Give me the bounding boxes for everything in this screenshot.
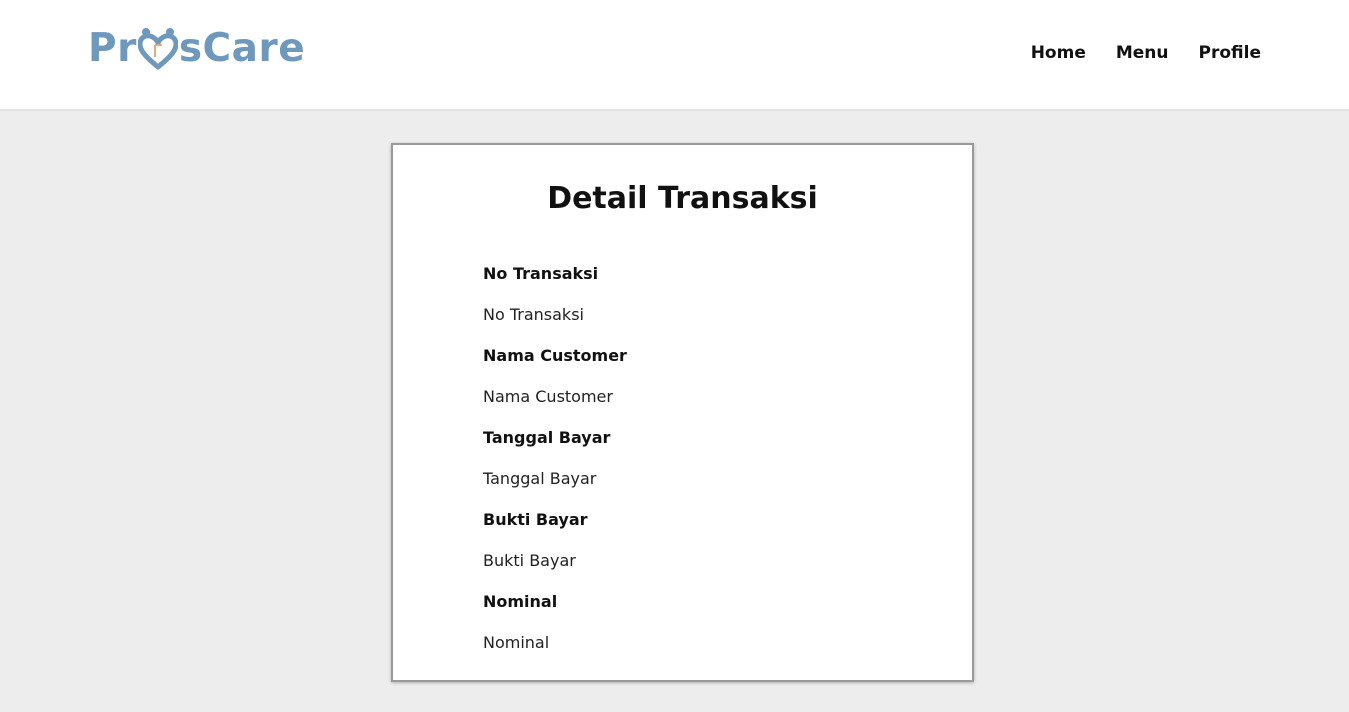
- main-nav: Home Menu Profile: [1031, 43, 1261, 63]
- field-label-tanggal-bayar: Tanggal Bayar: [483, 428, 611, 447]
- field-value-nominal: Nominal: [483, 633, 550, 652]
- field-label-bukti-bayar: Bukti Bayar: [483, 510, 588, 529]
- heart-logo-icon: [137, 27, 179, 71]
- transaction-detail-card: Detail Transaksi No Transaksi No Transak…: [391, 143, 974, 682]
- site-header: Pr sCare Home Menu Profile: [0, 0, 1349, 111]
- logo-text-end: sCare: [178, 25, 306, 71]
- field-value-bukti-bayar: Bukti Bayar: [483, 551, 576, 570]
- field-label-no-transaksi: No Transaksi: [483, 264, 599, 283]
- nav-profile-link[interactable]: Profile: [1199, 43, 1261, 63]
- logo-text-start: Pr: [88, 25, 137, 71]
- field-label-nominal: Nominal: [483, 592, 558, 611]
- field-value-nama-customer: Nama Customer: [483, 387, 613, 406]
- page-title: Detail Transaksi: [547, 181, 818, 216]
- field-value-tanggal-bayar: Tanggal Bayar: [483, 469, 597, 488]
- field-value-no-transaksi: No Transaksi: [483, 305, 584, 324]
- detail-fields: No Transaksi No Transaksi Nama Customer …: [483, 263, 627, 673]
- proscare-logo[interactable]: Pr sCare: [88, 25, 305, 71]
- nav-menu-link[interactable]: Menu: [1116, 43, 1169, 63]
- field-label-nama-customer: Nama Customer: [483, 346, 627, 365]
- nav-home-link[interactable]: Home: [1031, 43, 1086, 63]
